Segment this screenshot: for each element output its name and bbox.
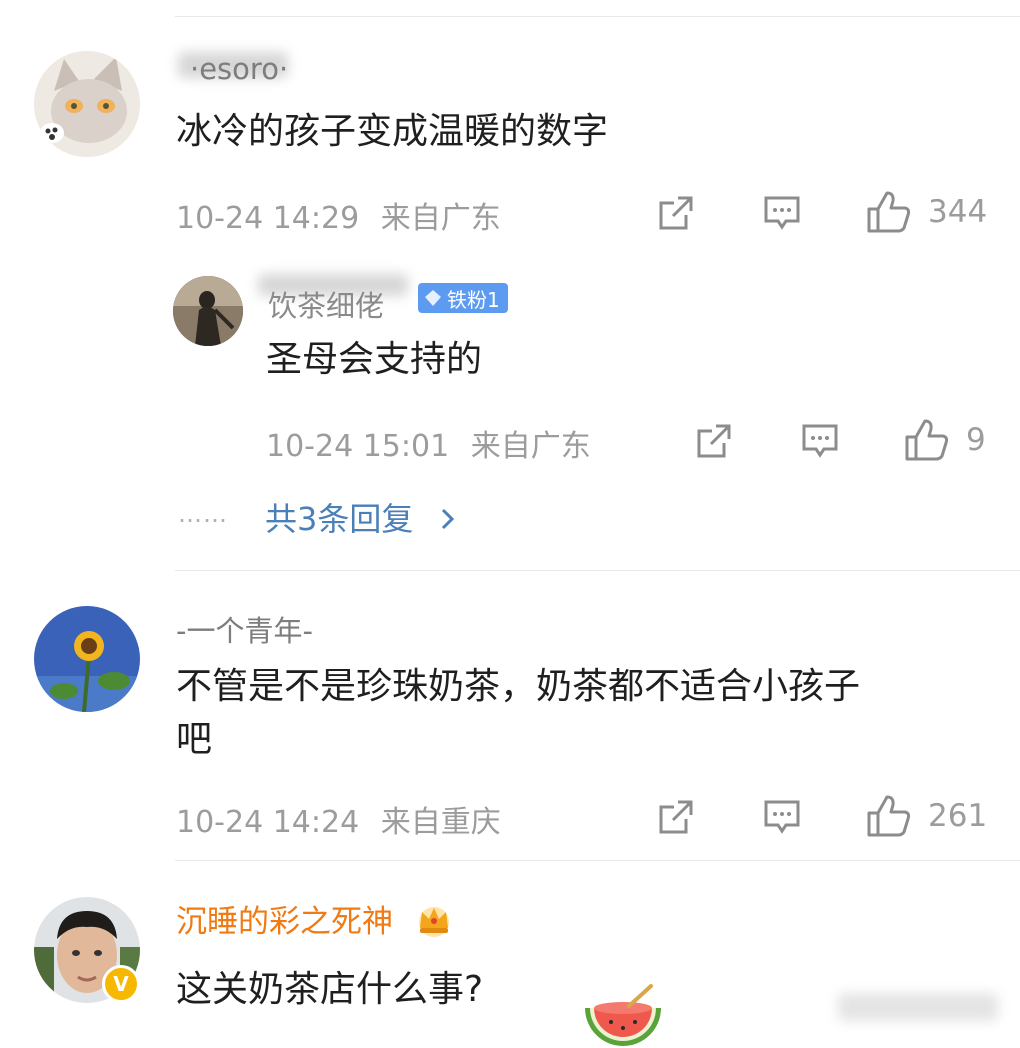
more-replies-link[interactable]: 共3条回复 [265, 494, 458, 540]
comment-icon [764, 800, 800, 834]
reply-share-button[interactable] [694, 421, 734, 461]
comment-meta: 10-24 14:29 来自广东 [176, 193, 501, 237]
more-replies-label: 共3条回复 [265, 500, 414, 538]
like-count: 344 [928, 194, 988, 230]
fan-badge-label: 铁粉1 [447, 287, 500, 312]
like-button[interactable]: 344 [866, 190, 987, 234]
username[interactable]: -一个青年- [176, 608, 313, 650]
reply-like-count: 9 [966, 422, 986, 458]
avatar[interactable] [34, 51, 140, 157]
comment-location: 来自重庆 [380, 805, 501, 840]
comment-meta: 10-24 14:24 来自重庆 [176, 797, 501, 841]
sunflower-avatar-icon [34, 606, 140, 712]
share-button[interactable] [656, 797, 696, 837]
comment-text: 这关奶茶店什么事? [176, 969, 484, 1010]
username[interactable]: ·esoro· [190, 52, 288, 86]
thumbs-up-icon [867, 191, 911, 233]
reply-username[interactable]: 饮茶细佬 [268, 283, 384, 325]
username[interactable]: 沉睡的彩之死神 [176, 896, 455, 941]
share-icon [697, 424, 731, 458]
reply-comment-button[interactable] [800, 421, 840, 461]
comment-divider [175, 860, 1020, 861]
reply-meta: 10-24 15:01 来自广东 [266, 421, 591, 465]
thumbs-up-icon [867, 795, 911, 837]
verified-badge: V [102, 965, 140, 1003]
ellipsis: …… [178, 500, 228, 528]
watermark-blur [838, 993, 998, 1021]
share-icon [659, 800, 693, 834]
share-icon [659, 196, 693, 230]
comment-icon [764, 196, 800, 230]
like-count: 261 [928, 798, 988, 834]
reply-text: 圣母会支持的 [266, 339, 483, 380]
thumbs-up-icon [905, 419, 949, 461]
reply-avatar[interactable] [173, 276, 243, 346]
comment-time: 10-24 14:29 [176, 201, 360, 236]
comment-text-line1: 不管是不是珍珠奶茶，奶茶都不适合小孩子 [176, 666, 861, 707]
top-divider [175, 16, 1020, 17]
share-button[interactable] [656, 193, 696, 233]
watermelon-emoji-icon [585, 984, 661, 1046]
crown-icon [418, 907, 449, 937]
cat-avatar-icon [34, 51, 140, 157]
comment-divider [175, 570, 1020, 571]
comment-text-line2: 吧 [176, 719, 213, 760]
diamond-icon [425, 290, 441, 306]
comment-location: 来自广东 [380, 201, 501, 236]
comment-text: 冰冷的孩子变成温暖的数字 [176, 111, 609, 152]
reply-location: 来自广东 [470, 429, 591, 464]
fan-badge: 铁粉1 [418, 283, 508, 313]
chevron-right-icon [441, 508, 454, 530]
comment-button[interactable] [762, 193, 802, 233]
reply-time: 10-24 15:01 [266, 429, 450, 464]
like-button[interactable]: 261 [866, 794, 987, 838]
comment-button[interactable] [762, 797, 802, 837]
vip-username: 沉睡的彩之死神 [176, 904, 393, 940]
figure-avatar-icon [173, 276, 243, 346]
comment-icon [802, 424, 838, 458]
comment-time: 10-24 14:24 [176, 805, 360, 840]
avatar[interactable] [34, 606, 140, 712]
reply-like-button[interactable]: 9 [904, 418, 986, 462]
